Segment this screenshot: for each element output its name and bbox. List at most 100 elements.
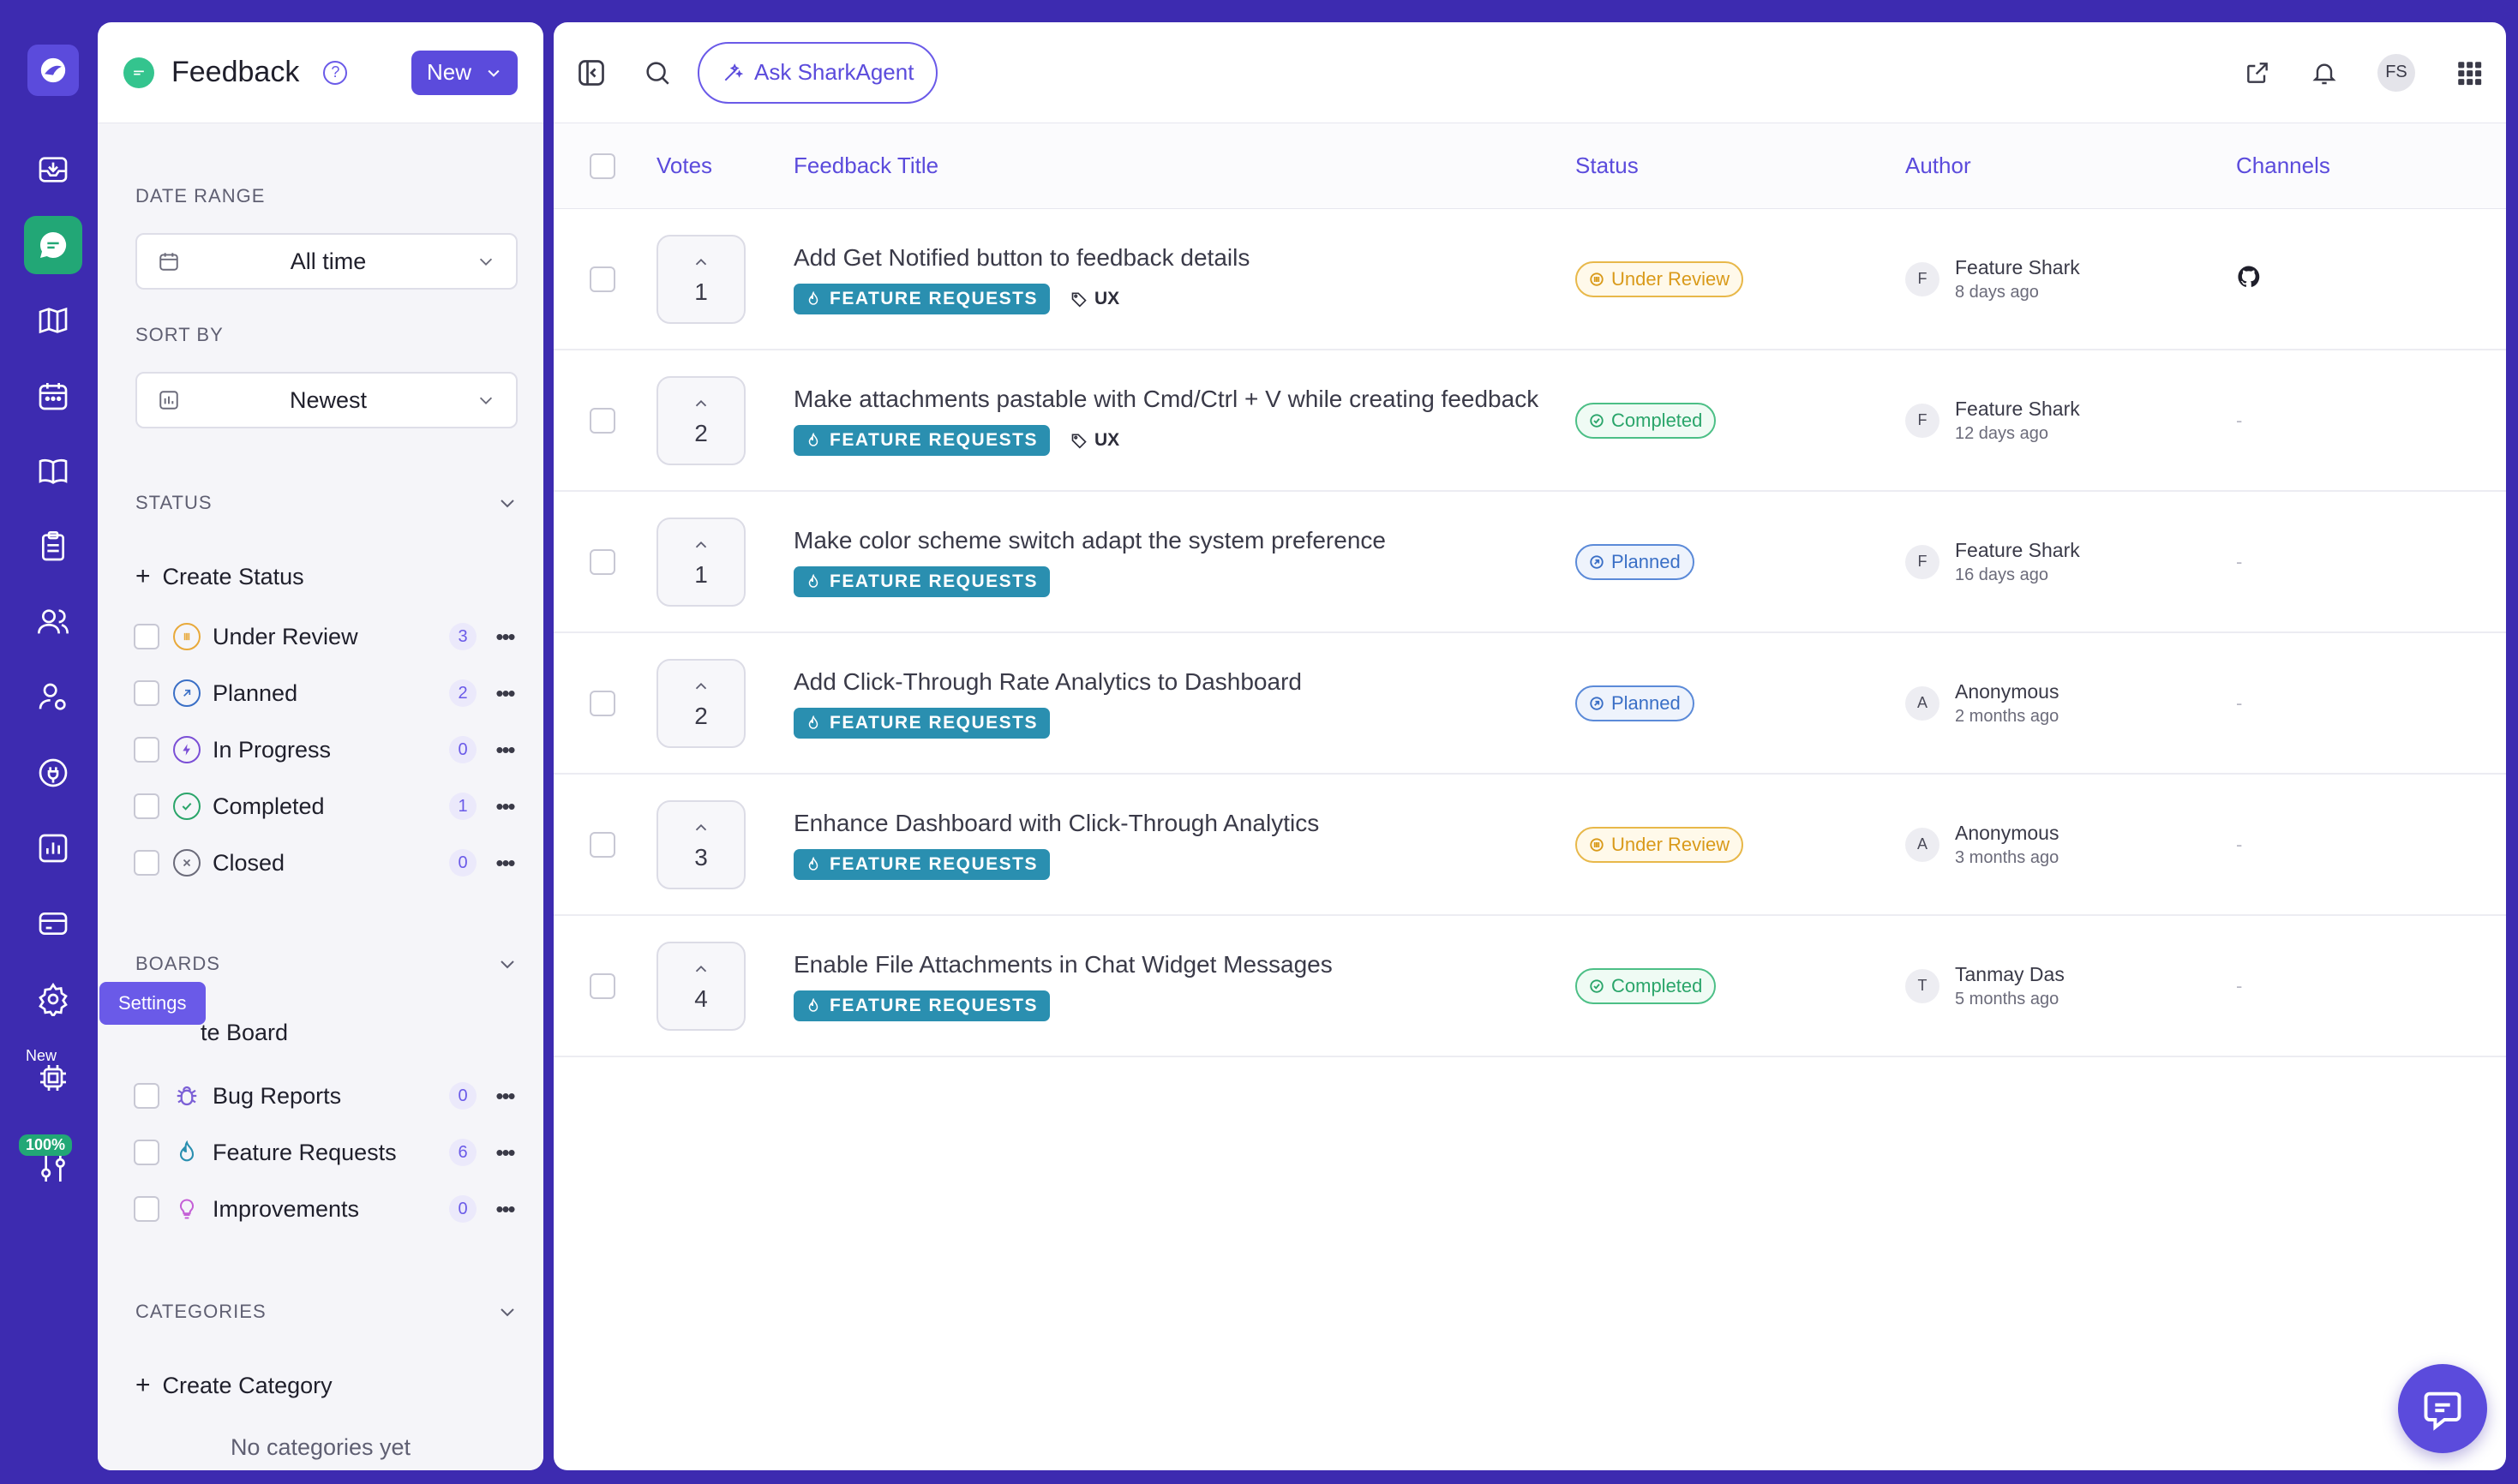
status-filter-completed[interactable]: Completed 1 ••• [134, 785, 518, 828]
rail-roadmap[interactable] [24, 291, 82, 350]
github-icon[interactable] [2236, 264, 2262, 290]
status-filter-closed[interactable]: Closed 0 ••• [134, 841, 518, 884]
create-board-button[interactable]: te Board [201, 1020, 288, 1046]
app-logo[interactable] [27, 45, 79, 96]
status-badge[interactable]: Planned [1575, 685, 1694, 721]
boards-section-toggle[interactable]: BOARDS [135, 953, 518, 975]
row-checkbox[interactable] [590, 548, 615, 575]
chat-widget-button[interactable] [2398, 1364, 2487, 1453]
external-link-icon[interactable] [2244, 59, 2271, 87]
checkbox[interactable] [134, 680, 159, 706]
board-filter-improvements[interactable]: Improvements 0 ••• [134, 1188, 518, 1230]
status-badge[interactable]: Under Review [1575, 826, 1744, 863]
help-icon[interactable]: ? [323, 60, 348, 85]
checkbox[interactable] [134, 624, 159, 649]
rail-feedback[interactable] [24, 216, 82, 274]
new-button[interactable]: New [411, 50, 518, 95]
bell-icon[interactable] [2311, 59, 2338, 87]
status-filter-planned[interactable]: Planned 2 ••• [134, 672, 518, 715]
rail-users[interactable] [24, 593, 82, 651]
status-badge[interactable]: Completed [1575, 967, 1717, 1004]
board-filter-bug-reports[interactable]: Bug Reports 0 ••• [134, 1074, 518, 1117]
board-tag[interactable]: FEATURE REQUESTS [794, 707, 1050, 739]
checkbox[interactable] [134, 1140, 159, 1165]
feedback-title[interactable]: Add Get Notified button to feedback deta… [794, 244, 1575, 272]
search-icon[interactable] [643, 58, 672, 87]
table-row[interactable]: 3 Enhance Dashboard with Click-Through A… [554, 775, 2506, 916]
status-filter-in-progress[interactable]: In Progress 0 ••• [134, 728, 518, 771]
header-title[interactable]: Feedback Title [794, 153, 1575, 179]
board-tag[interactable]: FEATURE REQUESTS [794, 990, 1050, 1021]
rail-changelog[interactable] [24, 518, 82, 576]
row-checkbox[interactable] [590, 831, 615, 858]
board-tag[interactable]: FEATURE REQUESTS [794, 565, 1050, 597]
header-author[interactable]: Author [1905, 153, 2236, 179]
rail-billing[interactable] [24, 895, 82, 953]
checkbox[interactable] [134, 793, 159, 819]
table-row[interactable]: 2 Add Click-Through Rate Analytics to Da… [554, 633, 2506, 775]
vote-button[interactable]: 2 [656, 375, 746, 465]
more-options-icon[interactable]: ••• [492, 1140, 518, 1166]
feedback-title[interactable]: Enable File Attachments in Chat Widget M… [794, 951, 1575, 978]
checkbox[interactable] [134, 1196, 159, 1222]
feedback-title[interactable]: Make attachments pastable with Cmd/Ctrl … [794, 386, 1575, 413]
vote-button[interactable]: 4 [656, 941, 746, 1031]
tag-label[interactable]: UX [1070, 289, 1119, 309]
status-badge[interactable]: Completed [1575, 402, 1717, 439]
create-status-button[interactable]: + Create Status [135, 562, 304, 591]
more-options-icon[interactable]: ••• [492, 1196, 518, 1223]
ask-sharkagent-button[interactable]: Ask SharkAgent [698, 41, 938, 104]
row-checkbox[interactable] [590, 266, 615, 292]
row-checkbox[interactable] [590, 407, 615, 434]
vote-button[interactable]: 2 [656, 658, 746, 748]
board-tag[interactable]: FEATURE REQUESTS [794, 424, 1050, 456]
sidebar-toggle-icon[interactable] [576, 57, 607, 88]
vote-button[interactable]: 3 [656, 799, 746, 889]
more-options-icon[interactable]: ••• [492, 793, 518, 820]
rail-preferences[interactable] [24, 1140, 82, 1198]
rail-calendar[interactable] [24, 367, 82, 425]
rail-user-settings[interactable] [24, 668, 82, 727]
vote-button[interactable]: 1 [656, 517, 746, 607]
checkbox[interactable] [134, 850, 159, 876]
rail-inbox[interactable] [24, 141, 82, 199]
status-filter-under-review[interactable]: Under Review 3 ••• [134, 615, 518, 658]
table-row[interactable]: 2 Make attachments pastable with Cmd/Ctr… [554, 350, 2506, 492]
vote-button[interactable]: 1 [656, 234, 746, 324]
more-options-icon[interactable]: ••• [492, 737, 518, 763]
row-checkbox[interactable] [590, 972, 615, 999]
status-section-toggle[interactable]: STATUS [135, 492, 518, 514]
feedback-title[interactable]: Enhance Dashboard with Click-Through Ana… [794, 810, 1575, 837]
table-row[interactable]: 1 Add Get Notified button to feedback de… [554, 209, 2506, 350]
table-row[interactable]: 4 Enable File Attachments in Chat Widget… [554, 916, 2506, 1057]
apps-grid-icon[interactable] [2455, 58, 2484, 87]
table-row[interactable]: 1 Make color scheme switch adapt the sys… [554, 492, 2506, 633]
sort-by-select[interactable]: Newest [135, 372, 518, 428]
header-votes[interactable]: Votes [656, 153, 794, 179]
categories-section-toggle[interactable]: CATEGORIES [135, 1301, 518, 1323]
board-tag[interactable]: FEATURE REQUESTS [794, 283, 1050, 314]
rail-integrations[interactable] [24, 744, 82, 802]
more-options-icon[interactable]: ••• [492, 680, 518, 707]
feedback-title[interactable]: Make color scheme switch adapt the syste… [794, 527, 1575, 554]
date-range-select[interactable]: All time [135, 233, 518, 290]
header-status[interactable]: Status [1575, 153, 1905, 179]
board-tag[interactable]: FEATURE REQUESTS [794, 848, 1050, 880]
row-checkbox[interactable] [590, 690, 615, 716]
tag-label[interactable]: UX [1070, 430, 1119, 451]
rail-settings[interactable] [24, 970, 82, 1028]
feedback-title[interactable]: Add Click-Through Rate Analytics to Dash… [794, 668, 1575, 696]
select-all-checkbox[interactable] [590, 153, 615, 179]
board-filter-feature-requests[interactable]: Feature Requests 6 ••• [134, 1131, 518, 1174]
checkbox[interactable] [134, 1083, 159, 1109]
header-channels[interactable]: Channels [2236, 153, 2506, 179]
rail-ai[interactable] [24, 1049, 82, 1107]
status-badge[interactable]: Planned [1575, 543, 1694, 580]
create-category-button[interactable]: + Create Category [135, 1371, 333, 1400]
user-avatar[interactable]: FS [2377, 53, 2415, 92]
rail-analytics[interactable] [24, 819, 82, 877]
more-options-icon[interactable]: ••• [492, 624, 518, 650]
status-badge[interactable]: Under Review [1575, 260, 1744, 297]
checkbox[interactable] [134, 737, 159, 763]
more-options-icon[interactable]: ••• [492, 850, 518, 877]
